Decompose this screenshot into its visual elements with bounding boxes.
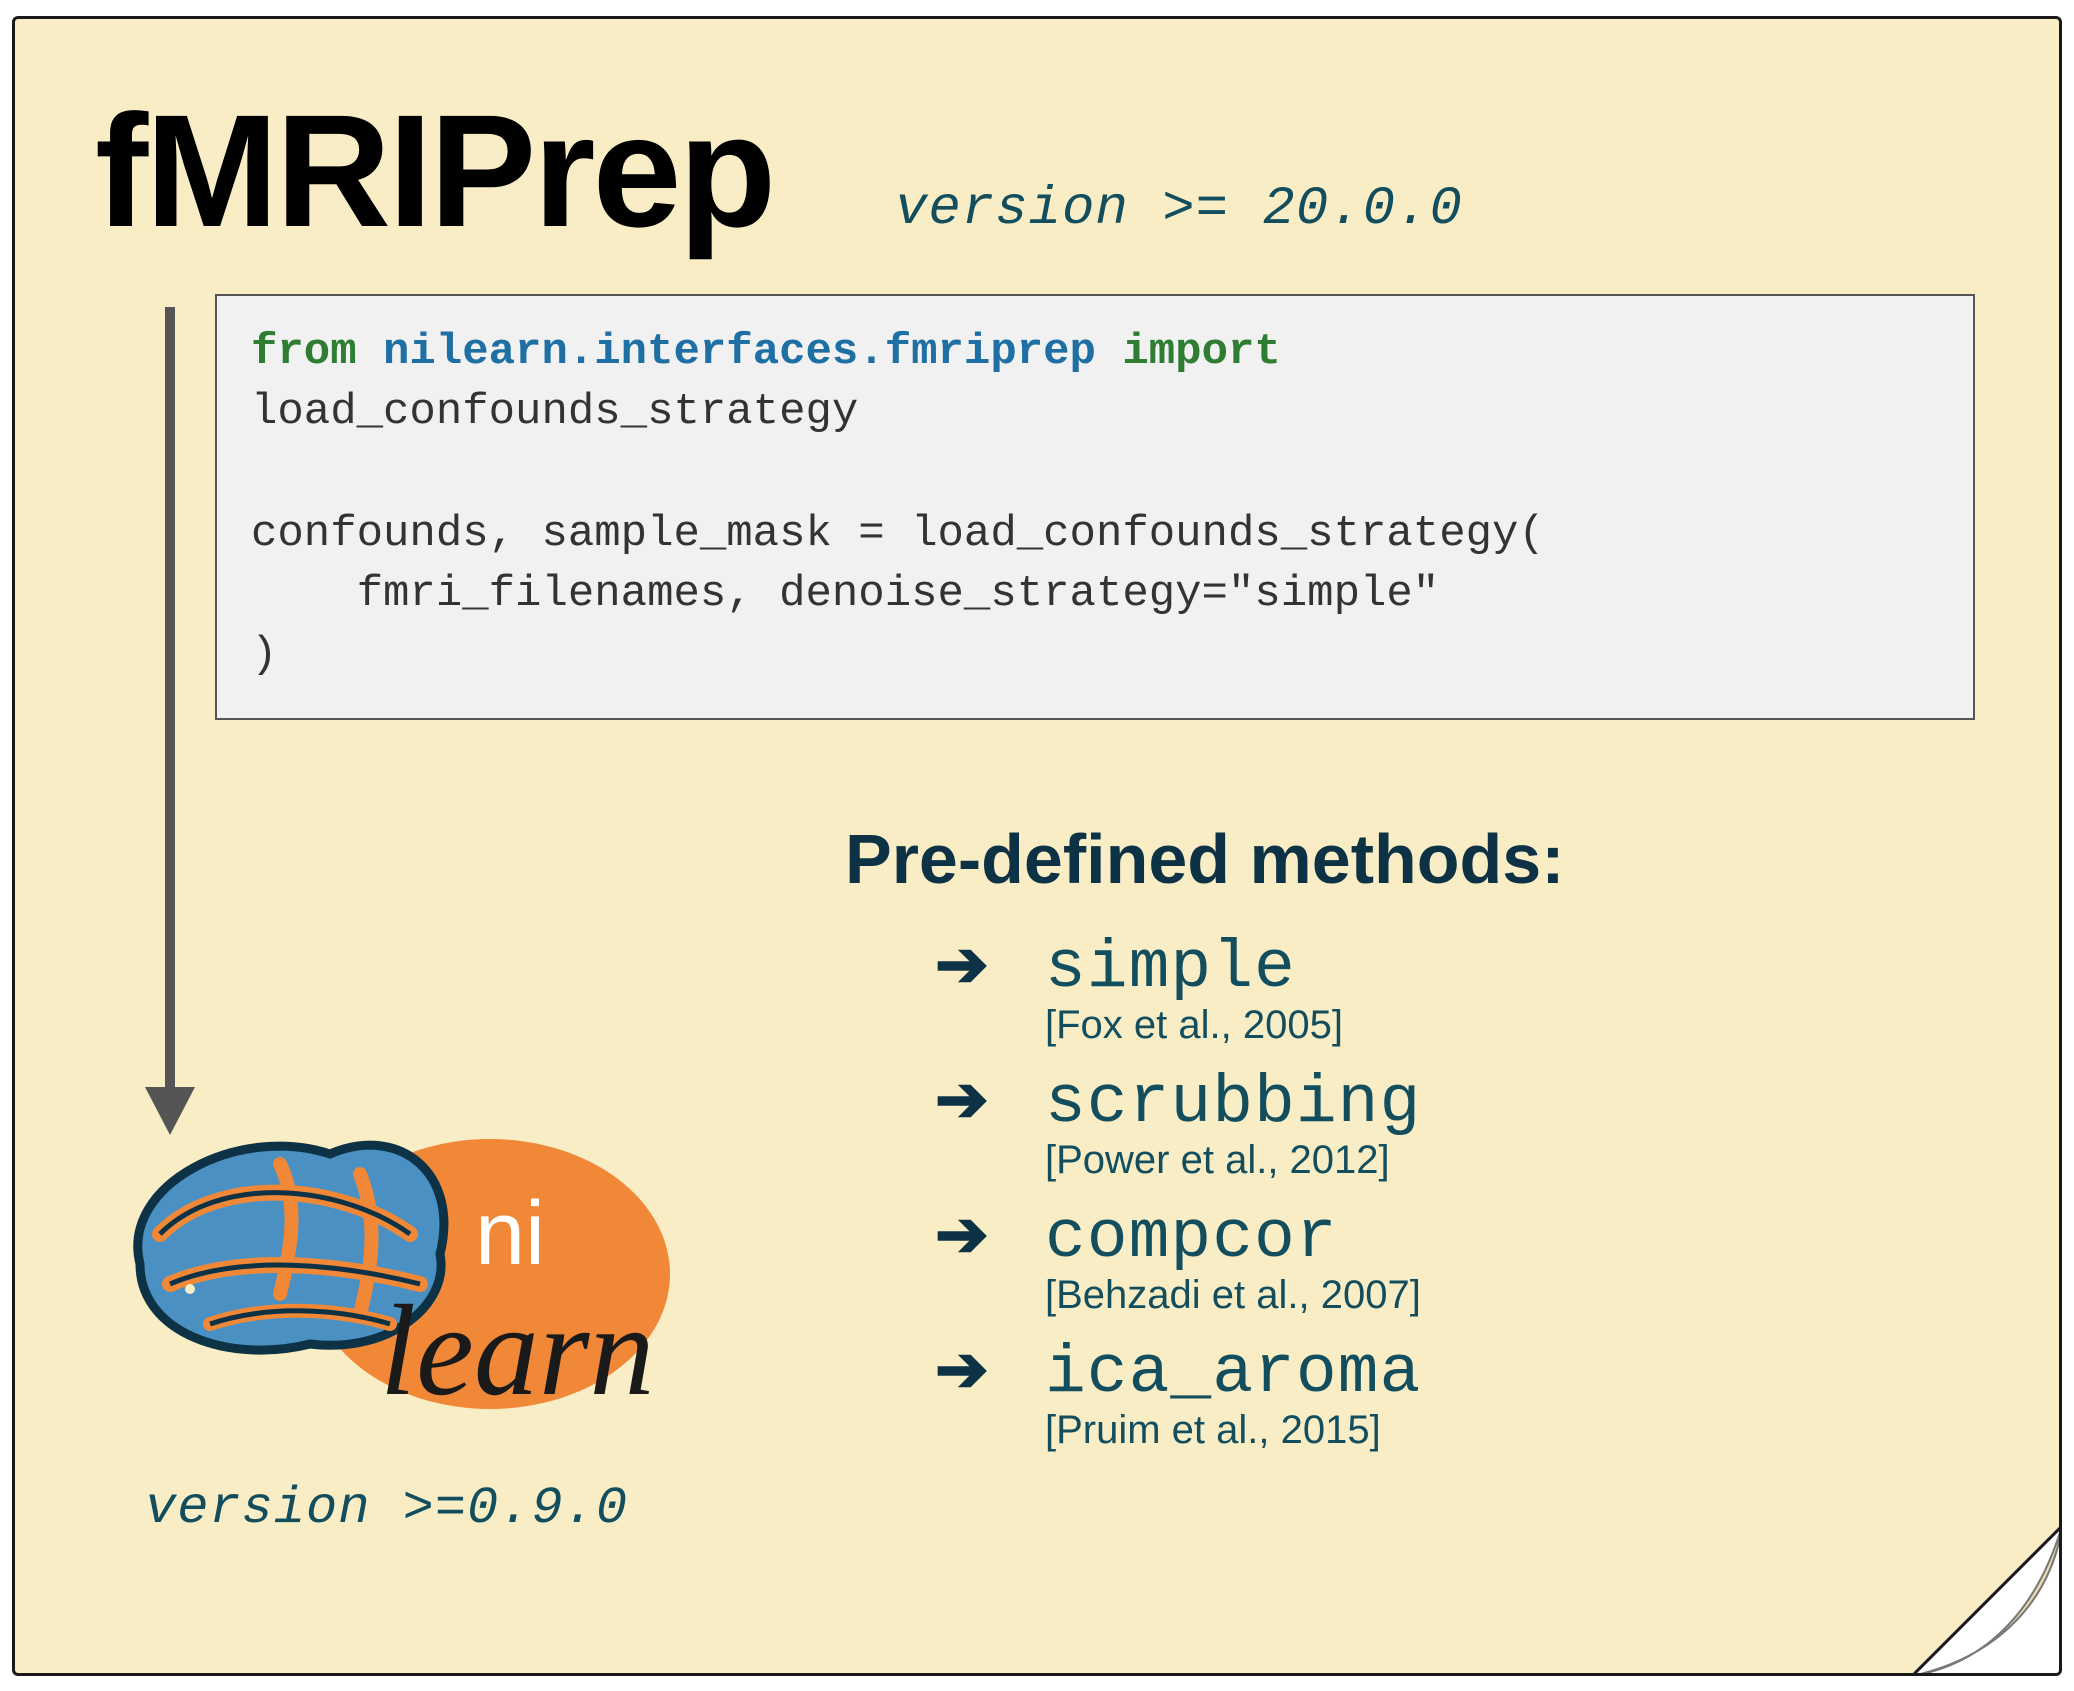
code-line-4: fmri_filenames, denoise_strategy="simple… xyxy=(251,569,1439,619)
method-citation: [Fox et al., 2005] xyxy=(1045,1003,1965,1048)
method-name: ica_aroma xyxy=(1045,1335,1421,1412)
code-line-1: load_confounds_strategy xyxy=(251,387,858,437)
logo-learn-text: learn xyxy=(380,1279,654,1423)
bullet-arrow-icon: ➔ xyxy=(935,1062,1045,1137)
methods-heading: Pre-defined methods: xyxy=(845,819,1965,899)
method-item: ➔ simple xyxy=(935,927,1965,1007)
page-corner-fold-icon xyxy=(1912,1526,2062,1676)
method-citation: [Behzadi et al., 2007] xyxy=(1045,1273,1965,1318)
page-title: fMRIPrep xyxy=(95,79,773,263)
nilearn-logo: ni learn xyxy=(80,1114,720,1454)
logo-ni-text: ni xyxy=(475,1184,545,1284)
method-citation: [Power et al., 2012] xyxy=(1045,1138,1965,1183)
fmriprep-version-text: version >= 20.0.0 xyxy=(895,179,1463,240)
module-path: nilearn.interfaces.fmriprep xyxy=(383,327,1096,377)
nilearn-version-text: version >=0.9.0 xyxy=(145,1479,628,1538)
flow-arrow-icon xyxy=(135,307,205,1137)
keyword-from: from xyxy=(251,327,357,377)
keyword-import: import xyxy=(1122,327,1280,377)
method-name: compcor xyxy=(1045,1200,1338,1277)
method-item: ➔ ica_aroma xyxy=(935,1332,1965,1412)
method-name: scrubbing xyxy=(1045,1065,1421,1142)
code-line-5: ) xyxy=(251,630,277,680)
method-item: ➔ compcor xyxy=(935,1197,1965,1277)
code-block: from nilearn.interfaces.fmriprep import … xyxy=(215,294,1975,720)
code-line-3: confounds, sample_mask = load_confounds_… xyxy=(251,509,1545,559)
diagram-page: fMRIPrep version >= 20.0.0 from nilearn.… xyxy=(12,16,2062,1676)
bullet-arrow-icon: ➔ xyxy=(935,1332,1045,1407)
method-name: simple xyxy=(1045,930,1296,1007)
methods-section: Pre-defined methods: ➔ simple [Fox et al… xyxy=(845,819,1965,1467)
method-citation: [Pruim et al., 2015] xyxy=(1045,1408,1965,1453)
bullet-arrow-icon: ➔ xyxy=(935,927,1045,1002)
method-item: ➔ scrubbing xyxy=(935,1062,1965,1142)
bullet-arrow-icon: ➔ xyxy=(935,1197,1045,1272)
